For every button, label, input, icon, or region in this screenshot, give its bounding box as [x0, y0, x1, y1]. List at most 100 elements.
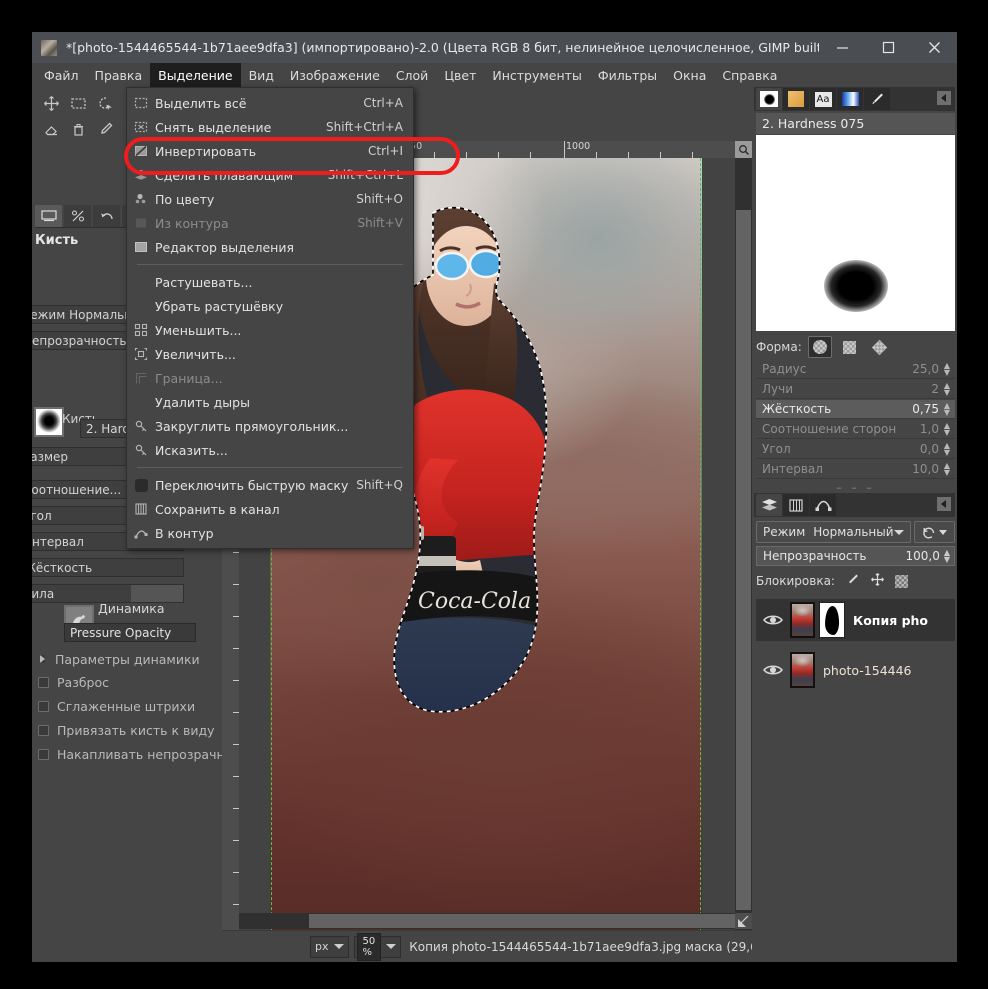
quickmask-toggle-button[interactable] [222, 913, 239, 929]
scrollbar-thumb[interactable] [309, 914, 739, 928]
menu-colors[interactable]: Цвет [436, 63, 484, 87]
layer-mode-combo[interactable]: Режим Нормальный [756, 521, 911, 543]
gradients-tab[interactable] [837, 88, 863, 110]
fonts-tab[interactable]: Aa [810, 88, 836, 110]
menu-item-feather[interactable]: Растушевать... [127, 270, 413, 294]
checkbox-scatter[interactable]: Разброс [38, 670, 220, 694]
opacity-value[interactable]: 100,0 [905, 549, 939, 563]
close-button[interactable] [911, 32, 957, 63]
menu-image[interactable]: Изображение [282, 63, 388, 87]
menu-select[interactable]: Выделение [150, 63, 241, 87]
guide-vertical-right[interactable] [700, 158, 701, 944]
zoom-value[interactable]: 50 % [356, 932, 382, 961]
canvas-horizontal-scrollbar[interactable] [239, 913, 752, 929]
navigation-preview-icon[interactable] [735, 141, 752, 158]
layer-row-base[interactable]: photo-154446 [756, 649, 955, 691]
scrollbar-thumb[interactable] [736, 210, 751, 910]
dynamics-value-field[interactable]: Pressure Opacity [64, 623, 196, 642]
tool-options-tab[interactable] [35, 205, 62, 227]
spinner-icon[interactable]: ▲ ▼ [941, 462, 953, 477]
menu-windows[interactable]: Окна [665, 63, 714, 87]
spinner-icon[interactable]: ▲ ▼ [941, 442, 953, 457]
move-tool-icon[interactable] [38, 90, 65, 116]
menu-item-toggle-quickmask[interactable]: Переключить быструю маску Shift+Q [127, 473, 413, 497]
menu-file[interactable]: Файл [36, 63, 87, 87]
device-status-tab[interactable] [64, 205, 91, 227]
brush-param-spacing[interactable]: Интервал 10,0 ▲ ▼ [756, 460, 955, 479]
lock-pixels-icon[interactable] [845, 572, 860, 590]
undo-history-tab[interactable] [93, 205, 120, 227]
menu-item-sharpen[interactable]: Убрать растушёвку [127, 294, 413, 318]
layer-visibility-icon[interactable] [756, 663, 790, 677]
lock-position-icon[interactable] [870, 572, 885, 590]
menu-item-float[interactable]: Сделать плавающим Shift+Ctrl+L [127, 163, 413, 187]
layer-mask-thumbnail[interactable] [819, 602, 845, 638]
circle-shape-icon[interactable] [807, 336, 832, 358]
paths-tab[interactable] [810, 494, 836, 516]
brush-preview-swatch[interactable] [34, 407, 64, 437]
menu-item-shrink[interactable]: Уменьшить... [127, 318, 413, 342]
spinner-icon[interactable]: ▲ ▼ [941, 382, 953, 397]
menu-edit[interactable]: Правка [87, 63, 151, 87]
color-picker-tool-icon[interactable] [92, 116, 119, 142]
unit-combo[interactable]: px [310, 935, 349, 958]
menu-item-distort[interactable]: Исказить... [127, 438, 413, 462]
free-select-tool-icon[interactable] [92, 90, 119, 116]
tool-option-hardness[interactable]: Жёсткость [32, 558, 184, 577]
rectangle-select-tool-icon[interactable] [65, 90, 92, 116]
square-shape-icon[interactable] [838, 336, 862, 358]
menu-item-selection-editor[interactable]: Редактор выделения [127, 235, 413, 259]
menu-filters[interactable]: Фильтры [590, 63, 665, 87]
spinner-icon[interactable]: ▲ ▼ [941, 402, 953, 417]
maximize-button[interactable] [865, 32, 911, 63]
eraser-tool-icon[interactable] [38, 116, 65, 142]
lock-alpha-icon[interactable] [894, 574, 908, 588]
menu-item-by-color[interactable]: По цвету Shift+O [127, 187, 413, 211]
brush-param-aspect-ratio[interactable]: Соотношение сторон 1,0 ▲ ▼ [756, 420, 955, 439]
layer-visibility-icon[interactable] [756, 613, 790, 627]
minimize-button[interactable] [819, 32, 865, 63]
spinner-icon[interactable]: ▲ ▼ [944, 549, 950, 564]
dock-menu-button[interactable] [937, 91, 951, 105]
menu-help[interactable]: Справка [714, 63, 785, 87]
brush-param-hardness[interactable]: Жёсткость 0,75 ▲ ▼ [756, 400, 955, 419]
layer-opacity-slider[interactable]: Непрозрачность 100,0 ▲ ▼ [756, 546, 955, 566]
brush-editor-tab[interactable] [864, 88, 890, 110]
checkbox-smooth-stroke[interactable]: Сглаженные штрихи [38, 694, 220, 718]
checkbox-incremental[interactable]: Накапливать непрозрачность [38, 742, 254, 766]
select-menu-dropdown[interactable]: Выделить всё Ctrl+A Снять выделение Shif… [126, 87, 414, 549]
menu-item-select-none[interactable]: Снять выделение Shift+Ctrl+A [127, 115, 413, 139]
canvas-vertical-scrollbar[interactable] [735, 158, 752, 944]
dock-separator-grip[interactable]: – – – [756, 481, 955, 494]
menu-item-select-all[interactable]: Выделить всё Ctrl+A [127, 91, 413, 115]
layers-tab[interactable] [756, 494, 782, 516]
menu-item-to-path[interactable]: В контур [127, 521, 413, 545]
switch-to-default-values-button[interactable] [913, 521, 955, 543]
dock-menu-button[interactable] [937, 497, 951, 511]
menu-layer[interactable]: Слой [388, 63, 437, 87]
clone-tool-icon[interactable] [65, 116, 92, 142]
zoom-image-when-window-resized-button[interactable] [735, 913, 752, 929]
menu-item-rounded-rectangle[interactable]: Закруглить прямоугольник... [127, 414, 413, 438]
menu-item-invert[interactable]: Инвертировать Ctrl+I [127, 139, 413, 163]
menu-tools[interactable]: Инструменты [484, 63, 589, 87]
layer-name[interactable]: photo-154446 [823, 663, 912, 678]
layer-thumbnail[interactable] [790, 602, 815, 638]
zoom-combo[interactable]: 50 % [353, 932, 402, 961]
channels-tab[interactable] [783, 494, 809, 516]
spinner-icon[interactable]: ▲ ▼ [941, 362, 953, 377]
menu-item-grow[interactable]: Увеличить... [127, 342, 413, 366]
brush-param-spikes[interactable]: Лучи 2 ▲ ▼ [756, 380, 955, 399]
dynamics-options-expander[interactable]: Параметры динамики [38, 647, 220, 671]
brushes-tab[interactable] [756, 88, 782, 110]
diamond-shape-icon[interactable] [868, 336, 892, 358]
brush-param-radius[interactable]: Радиус 25,0 ▲ ▼ [756, 360, 955, 379]
menu-view[interactable]: Вид [241, 63, 282, 87]
patterns-tab[interactable] [783, 88, 809, 110]
checkbox-lock-brush-to-view[interactable]: Привязать кисть к виду [38, 718, 220, 742]
layer-name[interactable]: Копия pho [853, 613, 928, 628]
menu-item-remove-holes[interactable]: Удалить дыры [127, 390, 413, 414]
brush-param-angle[interactable]: Угол 0,0 ▲ ▼ [756, 440, 955, 459]
spinner-icon[interactable]: ▲ ▼ [941, 422, 953, 437]
layer-row-copy[interactable]: Копия pho [756, 599, 955, 641]
